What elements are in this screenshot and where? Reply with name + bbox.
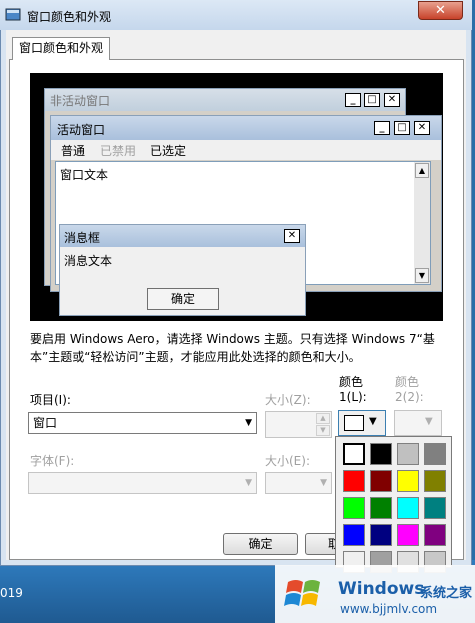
ok-button[interactable]: 确定 (223, 533, 298, 555)
watermark-subtitle: 系统之家 (420, 586, 473, 601)
palette-swatch[interactable] (424, 443, 446, 465)
font-select[interactable]: ▼ (28, 472, 257, 494)
preview-menu-selected[interactable]: 已选定 (150, 142, 186, 159)
palette-swatch[interactable] (370, 524, 392, 546)
preview-message-text: 消息文本 (64, 254, 113, 268)
preview-inactive-title: 非活动窗口 (50, 94, 111, 108)
preview-inactive-close-icon: ✕ (384, 93, 400, 107)
chevron-down-icon: ▼ (245, 478, 252, 488)
palette-swatch[interactable] (343, 443, 365, 465)
palette-swatch[interactable] (370, 443, 392, 465)
color1-picker-button[interactable]: ▼ (338, 410, 386, 436)
preview-message-close-icon: ✕ (284, 229, 300, 243)
preview-message-ok-button[interactable]: 确定 (147, 288, 219, 310)
palette-swatch[interactable] (397, 443, 419, 465)
preview-active-title: 活动窗口 (57, 123, 106, 137)
window-close-button[interactable]: ✕ (418, 1, 463, 20)
aero-description: 要启用 Windows Aero，请选择 Windows 主题。只有选择 Win… (30, 332, 435, 364)
palette-swatch[interactable] (424, 497, 446, 519)
font-size-select[interactable]: ▼ (265, 472, 332, 494)
size-label: 大小(Z): (265, 393, 311, 407)
chevron-down-icon: ▼ (320, 478, 327, 488)
item-select-value: 窗口 (33, 416, 58, 430)
palette-swatch[interactable] (370, 497, 392, 519)
palette-swatch[interactable] (397, 524, 419, 546)
window-title: 窗口颜色和外观 (27, 10, 112, 24)
preview-active-minimize-icon: _ (374, 121, 390, 135)
scroll-down-icon[interactable]: ▼ (415, 268, 429, 283)
preview-scrollbar[interactable] (414, 162, 430, 284)
color1-swatch (344, 415, 364, 431)
preview-inactive-maximize-icon: □ (364, 93, 380, 107)
desktop-clock-fragment: 019 (0, 586, 23, 600)
chevron-down-icon: ▼ (245, 418, 252, 428)
color-palette-dropdown (335, 436, 452, 573)
palette-swatch[interactable] (343, 497, 365, 519)
preview-window-text: 窗口文本 (60, 168, 109, 182)
palette-swatch[interactable] (397, 497, 419, 519)
palette-swatch[interactable] (343, 470, 365, 492)
chevron-down-icon: ▼ (425, 416, 433, 427)
font-size-label: 大小(E): (265, 454, 310, 468)
palette-swatch[interactable] (424, 470, 446, 492)
palette-swatch[interactable] (424, 524, 446, 546)
preview-menu-normal[interactable]: 普通 (61, 142, 85, 159)
watermark-url: www.bjjmlv.com (340, 602, 438, 616)
tab-window-color-appearance[interactable]: 窗口颜色和外观 (12, 37, 110, 60)
item-select[interactable]: 窗口 ▼ (28, 412, 257, 434)
item-label: 项目(I): (30, 393, 71, 407)
window-color-icon (5, 7, 21, 22)
watermark-title: Windows (338, 579, 425, 599)
color2-picker-button[interactable]: ▼ (394, 410, 442, 436)
preview-inactive-minimize-icon: _ (345, 93, 361, 107)
palette-swatch[interactable] (370, 470, 392, 492)
preview-message-title: 消息框 (64, 231, 101, 245)
spin-down-icon[interactable]: ▼ (316, 425, 330, 436)
color1-label-line1: 颜色 (339, 375, 364, 389)
chevron-down-icon: ▼ (369, 416, 377, 427)
color2-label-line1: 颜色 (395, 375, 420, 389)
spin-up-icon[interactable]: ▲ (316, 413, 330, 424)
font-label: 字体(F): (30, 454, 75, 468)
color2-label-line2: 2(2): (395, 390, 424, 404)
scroll-up-icon[interactable]: ▲ (415, 163, 429, 178)
windows-logo-icon (284, 574, 324, 614)
palette-swatch[interactable] (397, 470, 419, 492)
color1-label-line2: 1(L): (339, 390, 367, 404)
preview-active-maximize-icon: □ (394, 121, 410, 135)
preview-active-close-icon: ✕ (414, 121, 430, 135)
preview-menu-disabled[interactable]: 已禁用 (100, 142, 136, 159)
size-spinner[interactable]: ▲ ▼ (265, 411, 332, 438)
palette-swatch[interactable] (343, 524, 365, 546)
